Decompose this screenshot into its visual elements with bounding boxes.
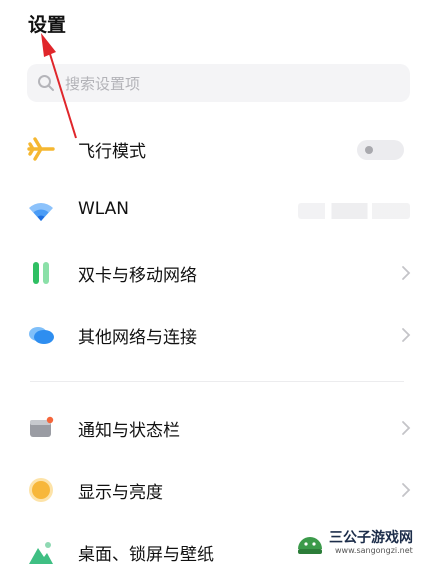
brightness-icon [29,478,53,502]
chevron-right-icon [402,266,411,280]
chevron-right-icon [402,483,411,497]
watermark-logo-icon [298,537,322,554]
settings-item-other-networks[interactable]: 其他网络与连接 [0,307,434,363]
airplane-icon [27,137,55,161]
settings-item-wlan[interactable]: WLAN [0,183,434,239]
settings-item-notifications[interactable]: 通知与状态栏 [0,400,434,456]
search-placeholder: 搜索设置项 [65,75,141,93]
chevron-right-icon [402,328,411,342]
wallpaper-icon [29,542,53,564]
settings-item-label: 其他网络与连接 [78,328,197,348]
cloud-network-icon [29,327,54,344]
settings-item-airplane-mode[interactable]: 飞行模式 [0,121,434,177]
settings-item-label: WLAN [78,199,130,219]
search-icon [38,75,54,91]
airplane-mode-toggle[interactable] [357,140,404,160]
notification-icon [30,416,54,437]
settings-item-dual-sim[interactable]: 双卡与移动网络 [0,245,434,301]
watermark-url: www.sangongzi.net [335,546,413,555]
search-bar[interactable]: 搜索设置项 [27,64,410,102]
page-title: 设置 [28,14,67,36]
watermark: 三公子游戏网 www.sangongzi.net [291,525,428,561]
wifi-icon [29,203,53,221]
watermark-name: 三公子游戏网 [329,530,413,546]
chevron-right-icon [402,421,411,435]
settings-item-label: 通知与状态栏 [78,421,180,441]
wlan-network-name-obscured [298,203,410,219]
settings-item-label: 显示与亮度 [78,483,163,503]
settings-item-label: 桌面、锁屏与壁纸 [78,545,214,565]
toggle-knob [365,146,373,154]
settings-item-display-brightness[interactable]: 显示与亮度 [0,462,434,518]
settings-item-label: 飞行模式 [78,142,146,162]
section-divider [30,381,404,382]
dual-sim-icon [33,262,49,284]
settings-item-label: 双卡与移动网络 [78,266,197,286]
